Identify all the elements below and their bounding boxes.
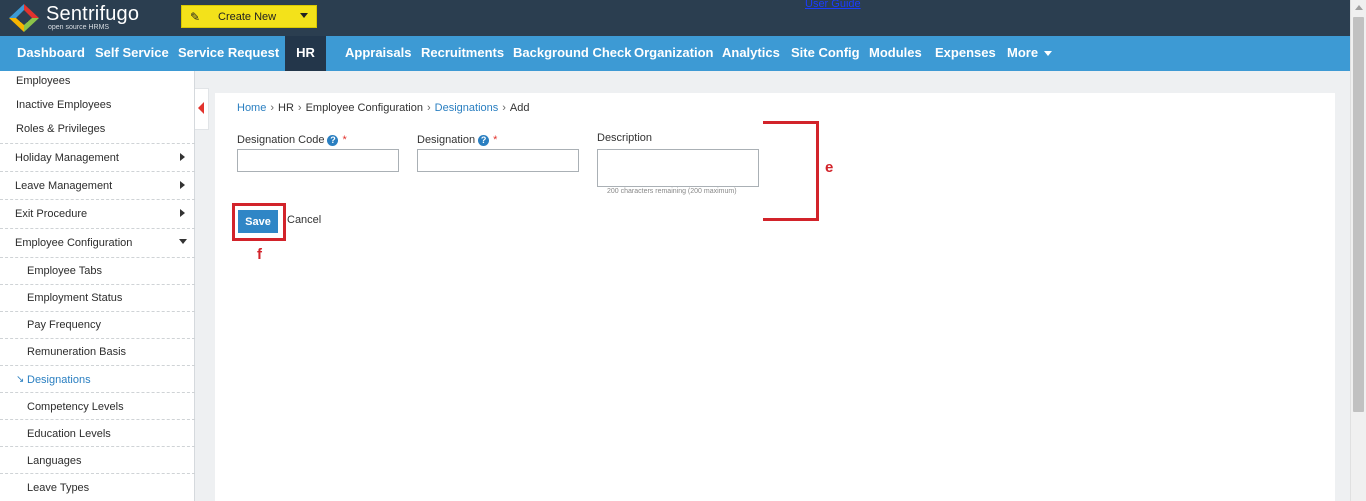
sidebar-section-label: Exit Procedure bbox=[15, 208, 88, 220]
sidebar-section-label: Holiday Management bbox=[15, 152, 119, 164]
help-icon[interactable]: ? bbox=[327, 135, 339, 146]
required-mark: * bbox=[342, 134, 347, 146]
sidebar-item-roles-privileges[interactable]: Roles & Privileges bbox=[16, 123, 211, 135]
sidebar-item-inactive-employees[interactable]: Inactive Employees bbox=[16, 99, 211, 111]
nav-self-service[interactable]: Self Service bbox=[95, 36, 169, 71]
collapse-left-icon bbox=[198, 102, 204, 114]
sidebar-item-label: Education Levels bbox=[27, 428, 111, 440]
sidebar-item-education-levels[interactable]: Education Levels bbox=[0, 420, 195, 447]
breadcrumb-add: Add bbox=[509, 102, 530, 114]
sidebar-item-label: Remuneration Basis bbox=[27, 346, 127, 358]
user-guide-link[interactable]: User Guide bbox=[805, 0, 861, 10]
vertical-scrollbar[interactable] bbox=[1350, 0, 1366, 501]
characters-remaining: 200 characters remaining (200 maximum) bbox=[607, 188, 737, 195]
designation-input[interactable] bbox=[417, 149, 579, 172]
nav-site-config[interactable]: Site Config bbox=[791, 36, 860, 71]
nav-modules[interactable]: Modules bbox=[869, 36, 922, 71]
sidebar-item-employees[interactable]: Employees bbox=[16, 75, 211, 87]
scroll-up-icon[interactable] bbox=[1355, 5, 1363, 10]
sidebar-item-languages[interactable]: Languages bbox=[0, 447, 195, 474]
sidebar-item-pay-frequency[interactable]: Pay Frequency bbox=[0, 312, 195, 339]
sidebar-item-competency-levels[interactable]: Competency Levels bbox=[0, 393, 195, 420]
annotation-label-f: f bbox=[257, 246, 262, 263]
annotation-label-e: e bbox=[825, 159, 834, 176]
sidebar-item-label: Languages bbox=[27, 455, 82, 467]
breadcrumb: Home › HR › Employee Configuration › Designati… bbox=[237, 102, 530, 114]
chevron-down-icon bbox=[179, 239, 187, 244]
sidebar-section-label: Leave Management bbox=[15, 180, 113, 192]
sidebar-item-label: Designations bbox=[27, 374, 91, 386]
nav-hr[interactable]: HR bbox=[285, 36, 326, 71]
description-label: Description bbox=[597, 132, 653, 144]
chevron-right-icon bbox=[180, 153, 185, 161]
nav-expenses[interactable]: Expenses bbox=[935, 36, 996, 71]
sidebar-section-holiday-management[interactable]: Holiday Management bbox=[0, 143, 195, 172]
sidebar-item-label: Employment Status bbox=[27, 292, 123, 304]
sidebar-item-label: Competency Levels bbox=[27, 401, 124, 413]
sidebar-item-label: Pay Frequency bbox=[27, 319, 101, 331]
breadcrumb-separator: › bbox=[502, 102, 506, 114]
sidebar: Employees Inactive Employees Roles & Pri… bbox=[0, 71, 195, 501]
sidebar-item-remuneration-basis[interactable]: Remuneration Basis bbox=[0, 339, 195, 366]
create-new-button[interactable]: ✎ Create New bbox=[181, 5, 317, 28]
designation-code-label: Designation Code? * bbox=[237, 134, 347, 146]
sidebar-item-employment-status[interactable]: Employment Status bbox=[0, 285, 195, 312]
help-icon[interactable]: ? bbox=[478, 135, 490, 146]
sidebar-section-exit-procedure[interactable]: Exit Procedure bbox=[0, 200, 195, 229]
nav-more[interactable]: More bbox=[1007, 36, 1053, 71]
cancel-button[interactable]: Cancel bbox=[287, 214, 321, 226]
breadcrumb-hr: HR bbox=[278, 102, 294, 114]
nav-analytics[interactable]: Analytics bbox=[722, 36, 780, 71]
breadcrumb-employee-configuration: Employee Configuration bbox=[305, 102, 423, 114]
scroll-thumb[interactable] bbox=[1353, 17, 1364, 412]
description-textarea[interactable] bbox=[597, 149, 759, 187]
sidebar-item-designations[interactable]: ↘ Designations bbox=[0, 366, 195, 393]
nav-appraisals[interactable]: Appraisals bbox=[345, 36, 411, 71]
app-name: Sentrifugo bbox=[46, 3, 140, 25]
arrow-down-right-icon: ↘ bbox=[16, 374, 25, 385]
pencil-icon: ✎ bbox=[190, 10, 201, 24]
sentrifugo-logo-icon bbox=[9, 4, 39, 32]
app-tagline: open source HRMS bbox=[48, 24, 110, 31]
chevron-right-icon bbox=[180, 181, 185, 189]
breadcrumb-separator: › bbox=[297, 102, 302, 114]
nav-recruitments[interactable]: Recruitments bbox=[421, 36, 504, 71]
breadcrumb-home[interactable]: Home bbox=[237, 102, 266, 114]
sidebar-item-label: Employee Tabs bbox=[27, 265, 103, 277]
sidebar-collapse-toggle[interactable] bbox=[195, 88, 209, 130]
sidebar-section-employee-configuration[interactable]: Employee Configuration bbox=[0, 229, 195, 258]
breadcrumb-designations[interactable]: Designations bbox=[435, 102, 499, 114]
sidebar-section-label: Employee Configuration bbox=[15, 237, 133, 249]
app-logo[interactable]: Sentrifugo open source HRMS bbox=[8, 2, 168, 34]
nav-background-check[interactable]: Background Check bbox=[513, 36, 631, 71]
create-new-label: Create New bbox=[218, 11, 277, 23]
annotation-box-f bbox=[232, 203, 286, 241]
nav-dashboard[interactable]: Dashboard bbox=[17, 36, 85, 71]
nav-organization[interactable]: Organization bbox=[634, 36, 713, 71]
chevron-down-icon bbox=[300, 13, 308, 18]
chevron-down-icon bbox=[1044, 51, 1053, 57]
sidebar-item-label: Leave Types bbox=[27, 482, 90, 494]
chevron-right-icon bbox=[180, 209, 185, 217]
top-bar: Sentrifugo open source HRMS ✎ Create New… bbox=[0, 0, 1350, 36]
designation-label: Designation? * bbox=[417, 134, 498, 146]
sidebar-item-employee-tabs[interactable]: Employee Tabs bbox=[0, 258, 195, 285]
annotation-bracket-e bbox=[763, 121, 819, 221]
designation-code-input[interactable] bbox=[237, 149, 399, 172]
required-mark: * bbox=[493, 134, 498, 146]
main-nav: Dashboard Self Service Service Request H… bbox=[0, 36, 1350, 71]
breadcrumb-separator: › bbox=[270, 102, 275, 114]
breadcrumb-separator: › bbox=[426, 102, 431, 114]
nav-more-label: More bbox=[1007, 45, 1039, 60]
sidebar-item-leave-types[interactable]: Leave Types bbox=[0, 474, 195, 501]
nav-service-request[interactable]: Service Request bbox=[178, 36, 279, 71]
sidebar-section-leave-management[interactable]: Leave Management bbox=[0, 172, 195, 200]
